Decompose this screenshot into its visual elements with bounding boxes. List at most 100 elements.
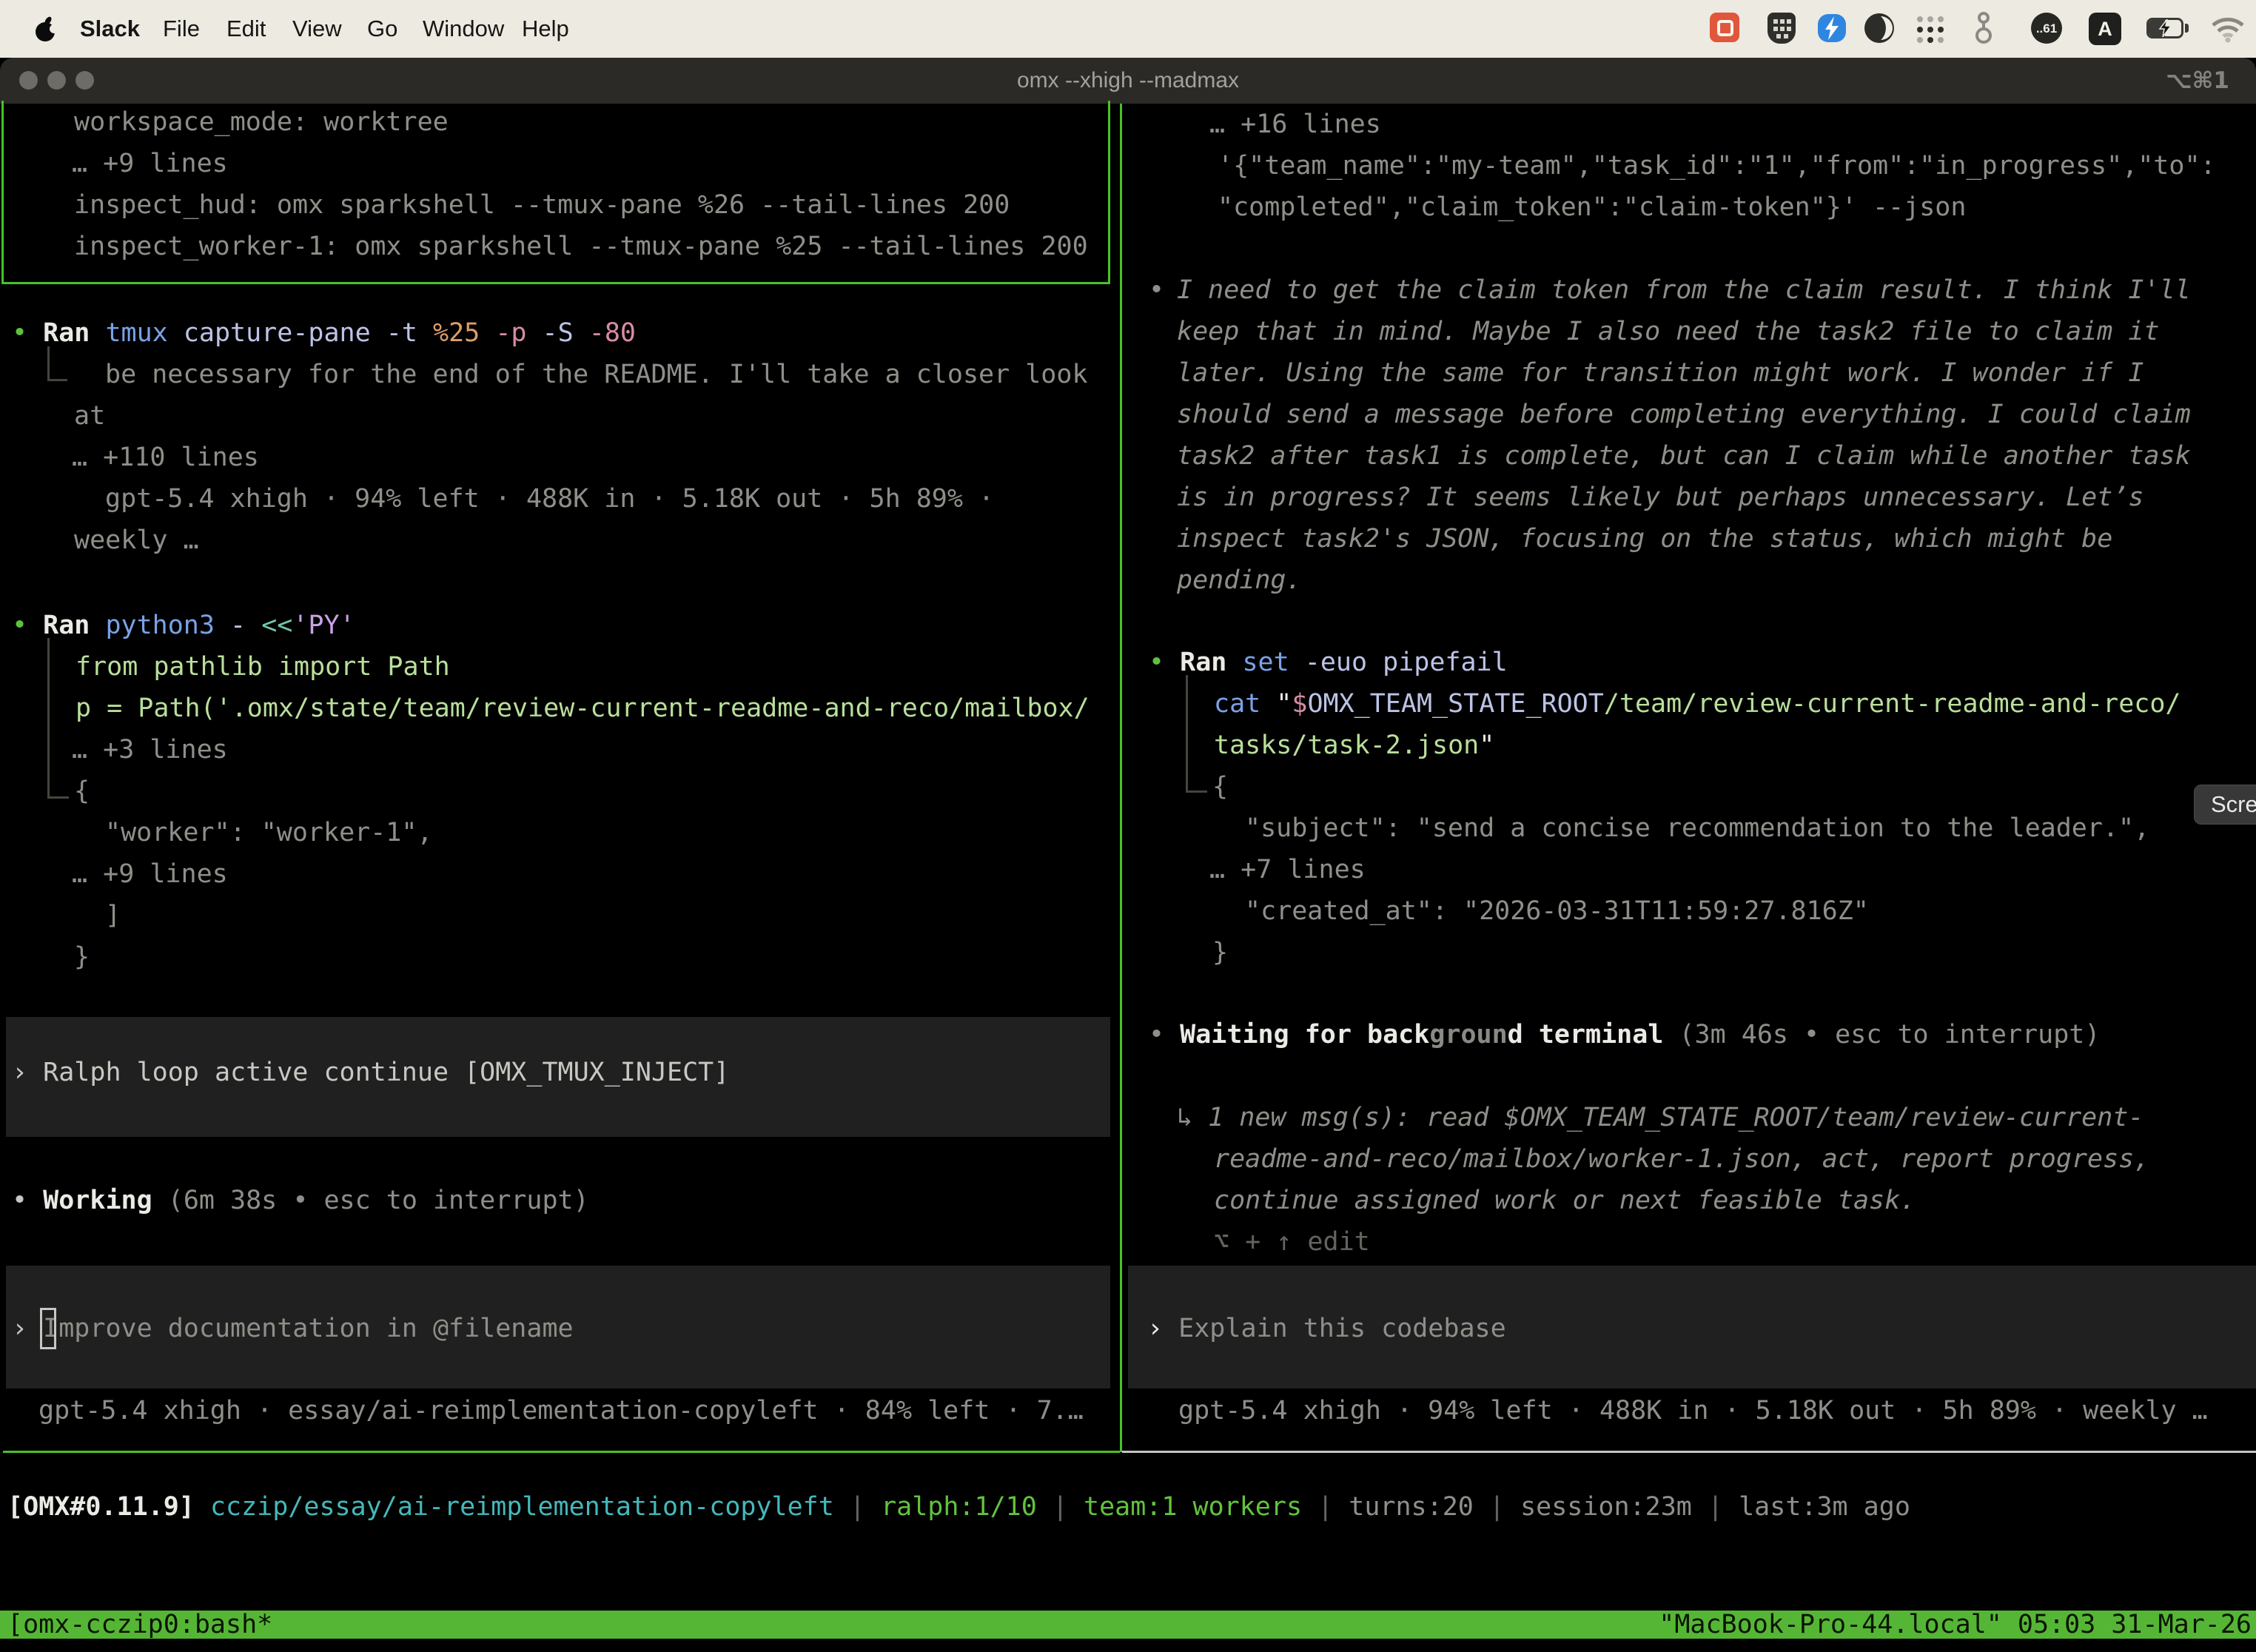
menu-edit[interactable]: Edit [226, 0, 266, 58]
thinking-line: I need to get the claim token from the c… [1177, 269, 2191, 311]
apple-menu-icon[interactable] [34, 16, 59, 47]
ralph-banner-text: Ralph loop active continue [OMX_TMUX_INJ… [43, 1058, 729, 1087]
tmux-host-clock: "MacBook-Pro-44.local" 05:03 31-Mar-26 [1659, 1611, 2252, 1639]
prompt-chevron-icon: › [1147, 1314, 1163, 1343]
prompt-placeholder: Improve documentation in @filename [43, 1314, 573, 1343]
thinking-line: task2 after task1 is complete, but can I… [1177, 435, 2191, 477]
screen-tooltip: Scre [2194, 785, 2256, 825]
output-connector [1186, 675, 1207, 793]
tmux-session-name: [omx-cczip0:bash* [7, 1611, 272, 1639]
output-line: "subject": "send a concise recommendatio… [1245, 807, 2149, 849]
output-line: … +7 lines [1209, 849, 1366, 890]
window-titlebar: omx --xhigh --madmax ⌥⌘1 [0, 58, 2256, 104]
omx-repo: cczip/essay/ai-reimplementation-copyleft [210, 1492, 834, 1522]
code-line: from pathlib import Path [75, 646, 450, 688]
right-pane-bottom-border [1122, 1451, 2256, 1453]
thinking-line: later. Using the same for transition mig… [1177, 352, 2143, 394]
output-line: … +110 lines [72, 437, 259, 478]
menu-go[interactable]: Go [367, 0, 397, 58]
output-line: weekly … [74, 520, 199, 561]
output-line: be necessary for the end of the README. … [105, 354, 1088, 395]
output-line: } [74, 936, 90, 978]
squiggle-utility-icon[interactable] [1972, 10, 1995, 49]
menu-app-name[interactable]: Slack [80, 0, 140, 58]
output-connector [47, 346, 67, 381]
input-source-letter: A [2089, 18, 2121, 41]
slack-status-icon[interactable] [1710, 13, 1739, 42]
thinking-line: pending. [1177, 560, 1302, 601]
code-line: tasks/task-2.json" [1214, 725, 1494, 766]
output-line: } [1212, 932, 1228, 973]
output-line: { [1212, 766, 1228, 807]
blue-bolt-icon[interactable] [1816, 13, 1847, 47]
code-line: cat "$OMX_TEAM_STATE_ROOT/team/review-cu… [1214, 683, 2181, 725]
thinking-line: keep that in mind. Maybe I also need the… [1177, 311, 2160, 352]
config-line: inspect_hud: omx sparkshell --tmux-pane … [74, 184, 1010, 226]
moon-crescent-icon[interactable] [1864, 13, 1895, 47]
run-bullet-icon: • [12, 611, 27, 640]
text-cursor [40, 1308, 56, 1349]
output-line: '{"team_name":"my-team","task_id":"1","f… [1218, 145, 2216, 187]
prompt-input-left[interactable]: › Improve documentation in @filename [6, 1266, 1110, 1389]
output-line: … +3 lines [72, 729, 228, 770]
output-line: { [74, 770, 90, 812]
omx-status-line: [OMX#0.11.9] cczip/essay/ai-reimplementa… [7, 1486, 1910, 1528]
output-line: … +9 lines [72, 853, 228, 895]
menu-window[interactable]: Window [423, 0, 504, 58]
prompt-placeholder: Explain this codebase [1178, 1314, 1506, 1343]
waiting-status: • Waiting for background terminal (3m 46… [1149, 1014, 2100, 1055]
left-model-status: gpt-5.4 xhigh · essay/ai-reimplementatio… [38, 1390, 1084, 1431]
output-line: … +16 lines [1209, 104, 1381, 145]
code-line: p = Path('.omx/state/team/review-current… [75, 688, 1090, 729]
right-model-status: gpt-5.4 xhigh · 94% left · 488K in · 5.1… [1178, 1390, 2208, 1431]
mailbox-message: ↳ 1 new msg(s): read $OMX_TEAM_STATE_ROO… [1177, 1097, 2143, 1138]
mailbox-message-line: continue assigned work or next feasible … [1214, 1180, 1916, 1221]
output-connector [47, 638, 69, 799]
omx-last: last:3m ago [1739, 1492, 1910, 1522]
terminal-window: omx --xhigh --madmax ⌥⌘1 workspace_mode:… [0, 58, 2256, 1652]
menu-bar: Slack File Edit View Go Window Help [0, 0, 2256, 58]
edit-shortcut-hint: ⌥ + ↑ edit [1214, 1221, 1370, 1263]
tmux-status-bar: [omx-cczip0:bash* "MacBook-Pro-44.local"… [0, 1611, 2256, 1639]
output-line: ] [105, 895, 121, 936]
thinking-bullet-icon: • [1149, 269, 1164, 311]
omx-turns: turns:20 [1349, 1492, 1474, 1522]
working-bullet-icon: • [12, 1186, 27, 1215]
omx-team: team:1 workers [1084, 1492, 1302, 1522]
run-bullet-icon: • [12, 318, 27, 348]
window-shortcut-badge: ⌥⌘1 [2166, 58, 2229, 104]
output-line: "worker": "worker-1", [105, 812, 433, 853]
prompt-input-right[interactable]: › Explain this codebase [1128, 1266, 2256, 1389]
window-title: omx --xhigh --madmax [0, 58, 2256, 104]
thinking-line: should send a message before completing … [1177, 394, 2191, 435]
chevron-icon: › [12, 1058, 27, 1087]
omx-ralph: ralph:1/10 [881, 1492, 1037, 1522]
output-line: "completed","claim_token":"claim-token"}… [1218, 187, 1966, 228]
return-arrow-icon: ↳ [1177, 1103, 1192, 1132]
output-line: at [74, 395, 105, 437]
prompt-chevron-icon: › [12, 1314, 27, 1343]
output-line: gpt-5.4 xhigh · 94% left · 488K in · 5.1… [105, 478, 994, 520]
menu-help[interactable]: Help [522, 0, 569, 58]
config-line: workspace_mode: worktree [74, 101, 449, 143]
thinking-line: is in progress? It seems likely but perh… [1177, 477, 2143, 518]
dots-grid-icon[interactable] [1916, 15, 1945, 47]
waiting-bullet-icon: • [1149, 1020, 1164, 1050]
config-line: inspect_worker-1: omx sparkshell --tmux-… [74, 226, 1088, 267]
menu-file[interactable]: File [163, 0, 200, 58]
left-pane-bottom-border [3, 1451, 1120, 1453]
thinking-line: inspect task2's JSON, focusing on the st… [1177, 518, 2112, 560]
mailbox-message-line: readme-and-reco/mailbox/worker-1.json, a… [1214, 1138, 2149, 1180]
pane-divider[interactable] [1120, 104, 1122, 1452]
omx-version: [OMX#0.11.9] [7, 1492, 195, 1522]
menu-view[interactable]: View [292, 0, 342, 58]
ralph-loop-banner: › Ralph loop active continue [OMX_TMUX_I… [6, 1017, 1110, 1137]
working-status: • Working (6m 38s • esc to interrupt) [12, 1180, 589, 1221]
command-line: • Ran tmux capture-pane -t %25 -p -S -80 [12, 312, 636, 354]
badge-count: ..61 [2031, 21, 2062, 36]
omx-session: session:23m [1520, 1492, 1692, 1522]
output-line: "created_at": "2026-03-31T11:59:27.816Z" [1245, 890, 1869, 932]
wifi-icon[interactable] [2210, 15, 2246, 46]
config-line: … +9 lines [72, 143, 228, 184]
run-bullet-icon: • [1149, 648, 1164, 677]
